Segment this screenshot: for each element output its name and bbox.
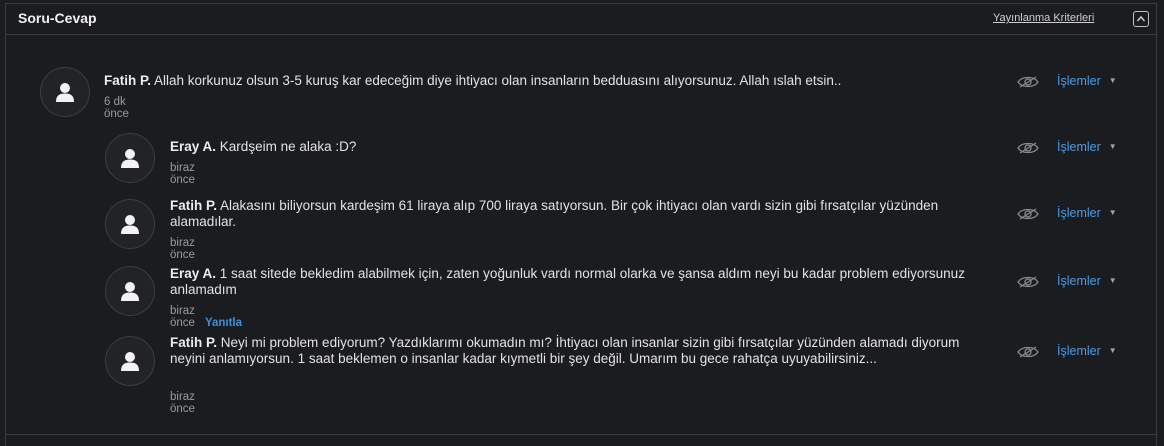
user-silhouette-icon [121, 149, 139, 168]
actions-label: İşlemler [1057, 274, 1101, 288]
user-silhouette-icon [121, 215, 139, 234]
avatar [105, 133, 155, 183]
comment-text: Allah korkunuz olsun 3-5 kuruş kar edece… [154, 73, 842, 88]
user-silhouette-icon [121, 352, 139, 371]
actions-label: İşlemler [1057, 74, 1101, 88]
comment-time: biraz önce [170, 162, 195, 186]
caret-down-icon: ▼ [1108, 208, 1117, 217]
comment-body: Fatih P. Allah korkunuz olsun 3-5 kuruş … [104, 73, 984, 89]
comment-meta: biraz önce [170, 237, 195, 261]
eye-icon[interactable] [1017, 275, 1039, 289]
comment-author[interactable]: Fatih P. [170, 198, 217, 213]
caret-down-icon: ▼ [1108, 346, 1117, 355]
reply-link[interactable]: Yanıtla [205, 317, 242, 329]
comment-text: Alakasını biliyorsun kardeşim 61 liraya … [170, 198, 939, 229]
eye-icon[interactable] [1017, 141, 1039, 155]
comment-body: Fatih P. Alakasını biliyorsun kardeşim 6… [170, 198, 980, 230]
publishing-criteria-link[interactable]: Yayınlanma Kriterleri [993, 12, 1094, 24]
panel-header: Soru-Cevap Yayınlanma Kriterleri [6, 4, 1156, 35]
actions-dropdown[interactable]: İşlemler ▼ [1057, 344, 1117, 358]
comment-meta: biraz önce [170, 162, 195, 186]
avatar [105, 336, 155, 386]
comment-author[interactable]: Fatih P. [104, 73, 151, 88]
panel-bottom-divider [5, 434, 1157, 435]
comment-text: Neyi mi problem ediyorum? Yazdıklarımı o… [170, 335, 960, 366]
chevron-up-icon [1136, 15, 1146, 22]
comment-time: biraz önce [170, 305, 195, 329]
actions-dropdown[interactable]: İşlemler ▼ [1057, 274, 1117, 288]
actions-label: İşlemler [1057, 206, 1101, 220]
eye-icon[interactable] [1017, 345, 1039, 359]
comment-meta: 6 dk önce [104, 96, 129, 120]
comment-author[interactable]: Eray A. [170, 266, 216, 281]
comment-meta: biraz önce Yanıtla [170, 305, 242, 329]
comment-time: 6 dk önce [104, 96, 129, 120]
actions-dropdown[interactable]: İşlemler ▼ [1057, 74, 1117, 88]
comment-text: Kardşeim ne alaka :D? [219, 139, 357, 154]
caret-down-icon: ▼ [1108, 76, 1117, 85]
user-silhouette-icon [56, 83, 74, 102]
avatar [40, 67, 90, 117]
eye-icon[interactable] [1017, 207, 1039, 221]
avatar [105, 266, 155, 316]
comment-meta: biraz önce [170, 391, 195, 415]
caret-down-icon: ▼ [1108, 276, 1117, 285]
comment-body: Eray A. Kardşeim ne alaka :D? [170, 139, 980, 155]
comment-time: biraz önce [170, 391, 195, 415]
comment-body: Fatih P. Neyi mi problem ediyorum? Yazdı… [170, 335, 985, 367]
comment-text: 1 saat sitede bekledim alabilmek için, z… [170, 266, 965, 297]
actions-label: İşlemler [1057, 344, 1101, 358]
comment-time: biraz önce [170, 237, 195, 261]
collapse-button[interactable] [1133, 11, 1149, 27]
user-silhouette-icon [121, 282, 139, 301]
comment-author[interactable]: Eray A. [170, 139, 216, 154]
actions-label: İşlemler [1057, 140, 1101, 154]
comment-author[interactable]: Fatih P. [170, 335, 217, 350]
comment-body: Eray A. 1 saat sitede bekledim alabilmek… [170, 266, 980, 298]
panel-title: Soru-Cevap [18, 10, 97, 26]
actions-dropdown[interactable]: İşlemler ▼ [1057, 140, 1117, 154]
eye-icon[interactable] [1017, 75, 1039, 89]
actions-dropdown[interactable]: İşlemler ▼ [1057, 206, 1117, 220]
caret-down-icon: ▼ [1108, 142, 1117, 151]
avatar [105, 199, 155, 249]
